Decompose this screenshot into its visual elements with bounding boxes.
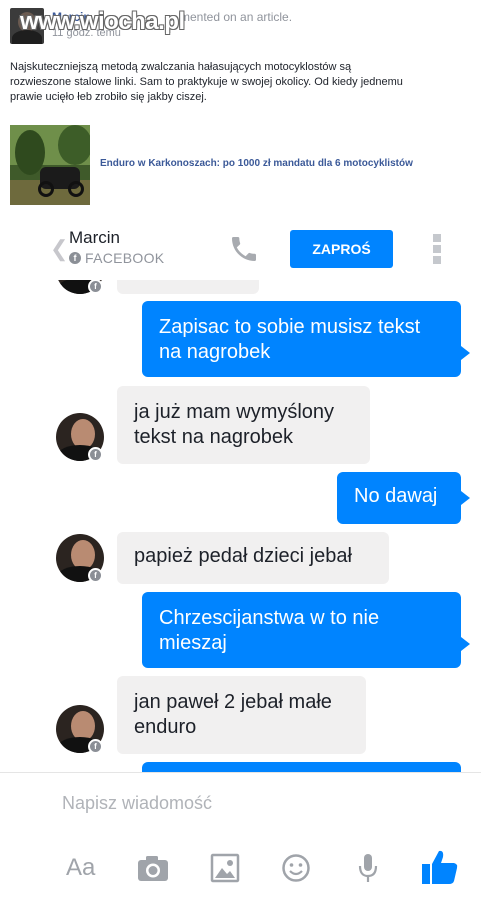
watermark: www.wiocha.pl bbox=[20, 8, 185, 35]
message-bubble-outgoing[interactable]: Zapisac to sobie musisz tekst na nagrobe… bbox=[142, 301, 461, 377]
chevron-left-icon[interactable]: ❮ bbox=[50, 236, 68, 262]
emoji-icon[interactable] bbox=[281, 851, 311, 885]
composer: Napisz wiadomość Aa bbox=[0, 772, 481, 900]
article-thumbnail[interactable] bbox=[10, 125, 90, 205]
message-bubble-incoming-partial[interactable] bbox=[117, 280, 259, 294]
message-input[interactable]: Napisz wiadomość bbox=[62, 793, 212, 814]
facebook-icon: f bbox=[69, 252, 81, 264]
article-title-link[interactable]: Enduro w Karkonoszach: po 1000 zł mandat… bbox=[100, 158, 413, 169]
contact-source: FACEBOOK bbox=[85, 250, 165, 266]
messenger-badge-icon: f bbox=[88, 447, 103, 462]
message-bubble-incoming[interactable]: jan paweł 2 jebał małe enduro bbox=[117, 676, 366, 754]
message-bubble-incoming[interactable]: papież pedał dzieci jebał bbox=[117, 532, 389, 584]
message-bubble-incoming[interactable]: ja już mam wymyślony tekst na nagrobek bbox=[117, 386, 370, 464]
bubble-tail bbox=[461, 491, 470, 505]
message-bubble-outgoing-partial[interactable] bbox=[142, 762, 461, 772]
microphone-icon[interactable] bbox=[357, 851, 379, 885]
message-bubble-outgoing[interactable]: No dawaj bbox=[337, 472, 461, 524]
contact-name[interactable]: Marcin bbox=[69, 228, 120, 248]
message-bubble-outgoing[interactable]: Chrzescijanstwa w to nie mieszaj bbox=[142, 592, 461, 668]
bubble-tail bbox=[461, 346, 470, 360]
phone-icon[interactable] bbox=[228, 233, 260, 265]
invite-button[interactable]: ZAPROŚ bbox=[290, 230, 393, 268]
image-icon[interactable] bbox=[210, 851, 240, 885]
facebook-notification: Marcin ...mented on an article. 11 godz.… bbox=[0, 0, 481, 210]
comment-text: Najskuteczniejszą metodą zwalczania hała… bbox=[10, 61, 403, 103]
bubble-tail bbox=[461, 637, 470, 651]
messenger-header: ❮ Marcin f FACEBOOK ZAPROŚ bbox=[0, 220, 481, 280]
notification-action: ...mented on an article. bbox=[170, 10, 293, 24]
text-format-button[interactable]: Aa bbox=[66, 851, 95, 885]
thumbs-up-icon[interactable] bbox=[420, 847, 460, 887]
more-vert-icon[interactable] bbox=[430, 234, 444, 266]
messenger-badge-icon: f bbox=[88, 739, 103, 754]
camera-icon[interactable] bbox=[136, 851, 170, 885]
conversation[interactable]: f Zapisac to sobie musisz tekst na nagro… bbox=[0, 280, 481, 772]
messenger-badge-icon: f bbox=[88, 568, 103, 583]
